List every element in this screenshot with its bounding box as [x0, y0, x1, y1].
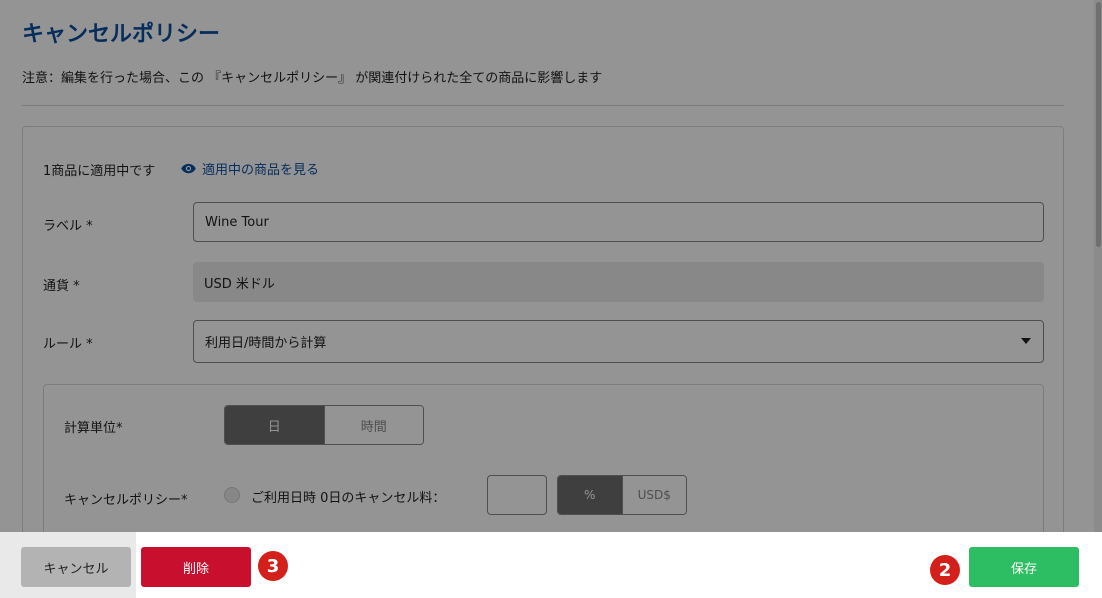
step-marker-2: 2	[930, 555, 960, 585]
delete-button[interactable]: 削除	[141, 547, 251, 587]
cancel-button[interactable]: キャンセル	[21, 547, 131, 587]
save-button[interactable]: 保存	[969, 547, 1079, 587]
step-marker-3: 3	[258, 551, 288, 581]
modal-overlay	[0, 0, 1102, 598]
